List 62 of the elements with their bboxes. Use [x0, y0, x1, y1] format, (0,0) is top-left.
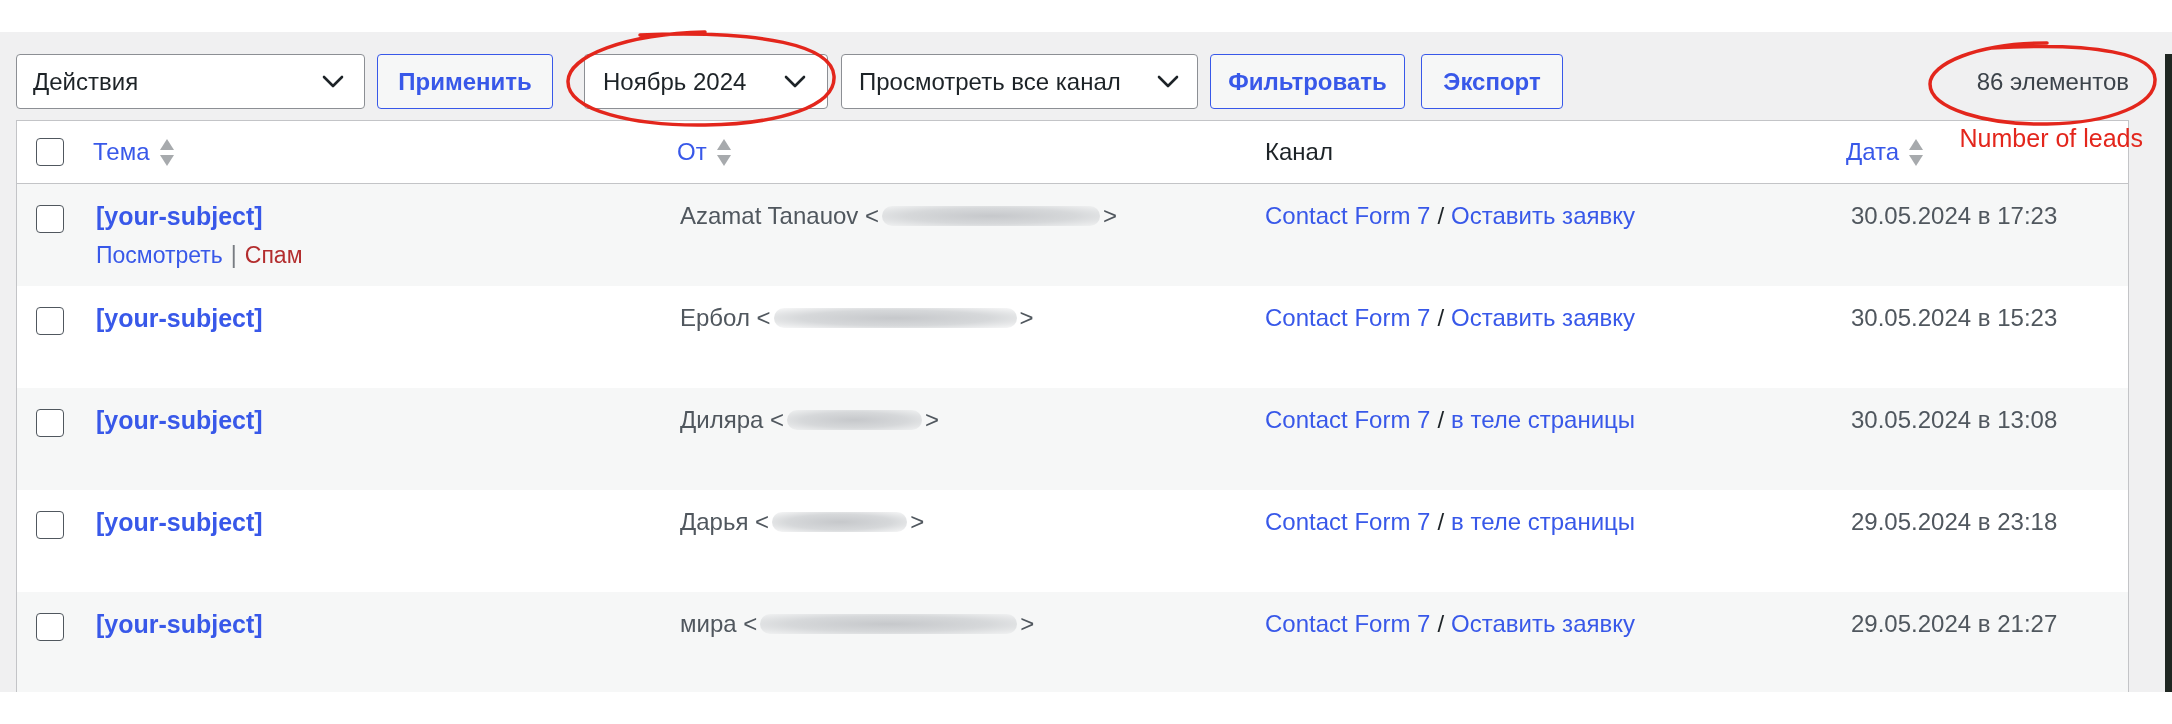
sender-name: Дарья < [680, 508, 770, 536]
month-select[interactable]: Ноябрь 2024 [584, 54, 828, 109]
channel-link[interactable]: Contact Form 7 [1265, 508, 1431, 536]
closing-bracket: > [925, 406, 940, 434]
row-checkbox[interactable] [36, 138, 64, 166]
slash-separator: / [1437, 508, 1445, 536]
subject-link[interactable]: [your-subject] [96, 610, 263, 638]
subject-link[interactable]: [your-subject] [96, 406, 263, 434]
form-link[interactable]: Оставить заявку [1451, 202, 1635, 230]
chevron-down-icon [784, 75, 806, 88]
channel-link[interactable]: Contact Form 7 [1265, 202, 1431, 230]
sort-icon [716, 138, 731, 166]
subject-link[interactable]: [your-subject] [96, 508, 263, 536]
date-text: 29.05.2024 в 23:18 [1851, 508, 2058, 536]
channel-link[interactable]: Contact Form 7 [1265, 304, 1431, 332]
slash-separator: / [1437, 304, 1445, 332]
filter-button[interactable]: Фильтровать [1210, 54, 1405, 109]
column-header-link[interactable]: Дата [1846, 138, 1924, 166]
sender-name: Ербол < [680, 304, 771, 332]
date-text: 30.05.2024 в 13:08 [1851, 406, 2058, 434]
closing-bracket: > [1103, 202, 1118, 230]
closing-bracket: > [1019, 304, 1034, 332]
sort-icon [159, 138, 174, 166]
item-count: 86 элементов [1976, 67, 2129, 96]
column-header-link[interactable]: Тема [93, 138, 174, 166]
channel-link[interactable]: Contact Form 7 [1265, 610, 1431, 638]
sender-name: мира < [680, 610, 758, 638]
form-link[interactable]: Оставить заявку [1451, 304, 1635, 332]
action-divider: | [230, 241, 237, 269]
row-checkbox[interactable] [36, 613, 64, 641]
row-checkbox[interactable] [36, 409, 64, 437]
date-text: 30.05.2024 в 15:23 [1851, 304, 2058, 332]
date-text: 29.05.2024 в 21:27 [1851, 610, 2058, 638]
channel-link[interactable]: Contact Form 7 [1265, 406, 1431, 434]
column-header-link[interactable]: От [677, 138, 731, 166]
date-text: 30.05.2024 в 17:23 [1851, 202, 2058, 230]
sort-icon [1909, 138, 1924, 166]
form-link[interactable]: в теле страницы [1451, 406, 1636, 434]
slash-separator: / [1437, 202, 1445, 230]
sender-name: Azamat Tanauov < [680, 202, 880, 230]
apply-button[interactable]: Применить [377, 54, 553, 109]
subject-link[interactable]: [your-subject] [96, 202, 263, 230]
sender-name: Диляра < [680, 406, 785, 434]
row-checkbox[interactable] [36, 205, 64, 233]
view-link[interactable]: Посмотреть [96, 241, 223, 269]
spam-link[interactable]: Спам [244, 241, 303, 269]
export-button[interactable]: Экспорт [1421, 54, 1563, 109]
chevron-down-icon [322, 75, 344, 88]
row-checkbox[interactable] [36, 511, 64, 539]
channel-select[interactable]: Просмотреть все канал [841, 54, 1198, 109]
form-link[interactable]: в теле страницы [1451, 508, 1636, 536]
annotation-note: Number of leads [1959, 124, 2143, 151]
column-header: Канал [1265, 138, 1333, 166]
bulk-actions-select[interactable]: Действия [16, 54, 365, 109]
closing-bracket: > [1020, 610, 1035, 638]
subject-link[interactable]: [your-subject] [96, 304, 263, 332]
slash-separator: / [1437, 610, 1445, 638]
form-link[interactable]: Оставить заявку [1451, 610, 1635, 638]
slash-separator: / [1437, 406, 1445, 434]
row-checkbox[interactable] [36, 307, 64, 335]
closing-bracket: > [910, 508, 925, 536]
chevron-down-icon [1157, 75, 1179, 88]
